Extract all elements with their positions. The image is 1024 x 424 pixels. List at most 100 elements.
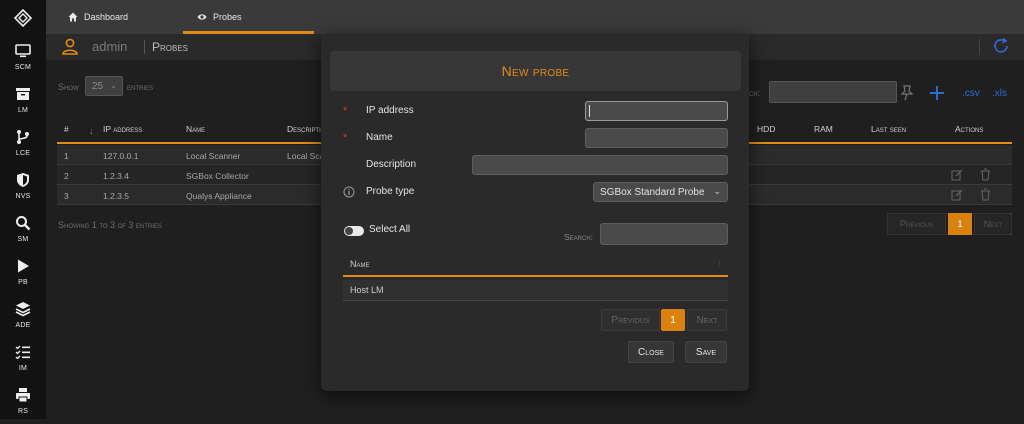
trash-icon[interactable] <box>980 188 991 201</box>
description-label: Description <box>366 159 417 170</box>
text-cursor <box>589 105 590 117</box>
app-logo-icon[interactable] <box>0 0 46 36</box>
sidebar-item-im[interactable]: IM <box>0 339 46 381</box>
sidebar-item-ade[interactable]: ADE <box>0 296 46 338</box>
table-row[interactable]: Host LM <box>343 280 728 301</box>
column-header-actions: Actions <box>955 124 984 134</box>
username: admin <box>92 39 128 54</box>
modal-previous-page-button[interactable]: Previous <box>601 309 660 331</box>
tab-label: Dashboard <box>84 12 129 22</box>
modal-table-header[interactable]: Name ↑ <box>343 254 728 276</box>
trash-icon[interactable] <box>980 168 991 181</box>
user-icon <box>62 38 78 55</box>
cell-name: Host LM <box>350 285 384 295</box>
page-title: Probes <box>152 40 189 54</box>
checklist-icon <box>15 345 30 360</box>
chevron-down-icon: ⌄ <box>110 81 117 90</box>
top-tab-bar: Dashboard Probes <box>46 0 1024 34</box>
shield-icon <box>17 173 29 187</box>
column-header-hdd[interactable]: HDD <box>757 124 775 134</box>
sidebar-item-label: RS <box>17 408 29 415</box>
select-all-label: Select All <box>369 224 411 235</box>
probe-type-value: SGBox Standard Probe <box>600 186 705 198</box>
modal-current-page-button[interactable]: 1 <box>661 309 685 331</box>
save-button[interactable]: Save <box>685 341 727 363</box>
cell-name: Qualys Appliance <box>186 191 252 201</box>
cell-ip: 1.2.3.4 <box>103 171 129 181</box>
printer-icon <box>16 388 30 403</box>
sidebar-item-label: ADE <box>15 322 31 329</box>
close-button[interactable]: Close <box>628 341 674 363</box>
table-info: Showing 1 to 3 of 3 entries <box>58 220 162 230</box>
header-divider <box>979 39 980 55</box>
sidebar-item-lce[interactable]: LCE <box>0 124 46 166</box>
entries-value: 25 <box>92 81 104 92</box>
previous-page-button[interactable]: Previous <box>887 213 946 235</box>
modal-next-page-button[interactable]: Next <box>687 309 727 331</box>
add-icon[interactable] <box>929 85 945 101</box>
select-all-toggle[interactable] <box>344 226 364 236</box>
sidebar-item-lm[interactable]: LM <box>0 81 46 123</box>
sidebar-item-rs[interactable]: RS <box>0 382 46 424</box>
name-label: Name <box>366 132 393 143</box>
name-input[interactable] <box>585 128 728 148</box>
show-label: Show <box>58 82 79 92</box>
column-header-description[interactable]: Description <box>287 124 321 134</box>
column-header-name[interactable]: Name <box>186 124 205 134</box>
column-header-ip[interactable]: IP address <box>103 124 142 134</box>
sidebar-item-label: SM <box>17 236 29 243</box>
export-xls-link[interactable]: .xls <box>992 88 1007 99</box>
refresh-icon[interactable] <box>992 37 1010 55</box>
modal-table-underline <box>343 275 728 277</box>
cell-num: 1 <box>64 151 69 161</box>
sidebar-item-label: SCM <box>14 64 32 71</box>
sidebar-item-nvs[interactable]: NVS <box>0 167 46 209</box>
chevron-down-icon: ⌄ <box>713 186 721 196</box>
cell-description: Local Scanner <box>287 151 321 161</box>
archive-icon <box>16 88 30 100</box>
monitor-icon <box>15 44 31 58</box>
edit-icon[interactable] <box>951 189 963 201</box>
description-input[interactable] <box>472 155 728 175</box>
sidebar-item-label: PB <box>18 279 28 286</box>
tab-dashboard[interactable]: Dashboard <box>68 0 128 34</box>
sidebar-item-scm[interactable]: SCM <box>0 38 46 80</box>
play-icon <box>18 259 29 273</box>
sidebar-item-label: NVS <box>15 193 31 200</box>
column-header-name: Name <box>350 259 370 269</box>
pin-icon[interactable] <box>900 85 914 101</box>
tab-probes[interactable]: Probes <box>197 0 242 34</box>
sidebar-item-pb[interactable]: PB <box>0 253 46 295</box>
sidebar-item-sm[interactable]: SM <box>0 210 46 252</box>
sidebar-item-label: LCE <box>15 150 31 157</box>
required-marker: * <box>343 105 348 117</box>
next-page-button[interactable]: Next <box>974 213 1012 235</box>
column-header-last-seen[interactable]: Last seen <box>871 124 906 134</box>
probe-type-label: Probe type <box>366 186 415 197</box>
probe-type-select[interactable]: SGBox Standard Probe ⌄ <box>593 182 728 202</box>
info-icon[interactable] <box>343 186 355 198</box>
cell-name: SGBox Collector <box>186 171 249 181</box>
sort-arrow-icon: ↓ <box>89 126 94 136</box>
ip-address-input[interactable] <box>585 101 728 121</box>
search-input[interactable] <box>769 81 897 103</box>
export-csv-link[interactable]: .csv <box>962 88 980 99</box>
cell-ip: 1.2.3.5 <box>103 191 129 201</box>
modal-title: New probe <box>501 63 570 79</box>
entries-label: entries <box>127 82 154 92</box>
header-divider <box>144 40 145 54</box>
home-icon <box>68 12 78 22</box>
search-icon <box>16 216 31 231</box>
entries-select[interactable]: 25 ⌄ <box>85 76 123 96</box>
modal-search-input[interactable] <box>600 223 728 245</box>
ip-address-label: IP address <box>366 105 414 116</box>
column-header-num[interactable]: # <box>64 124 69 134</box>
sort-arrow-icon: ↑ <box>717 258 723 268</box>
search-label: ch: <box>749 88 761 98</box>
edit-icon[interactable] <box>951 169 963 181</box>
cell-name: Local Scanner <box>186 151 241 161</box>
current-page-button[interactable]: 1 <box>948 213 972 235</box>
column-header-ram[interactable]: RAM <box>814 124 833 134</box>
sidebar-item-label: IM <box>18 365 28 372</box>
toggle-knob <box>345 227 353 235</box>
